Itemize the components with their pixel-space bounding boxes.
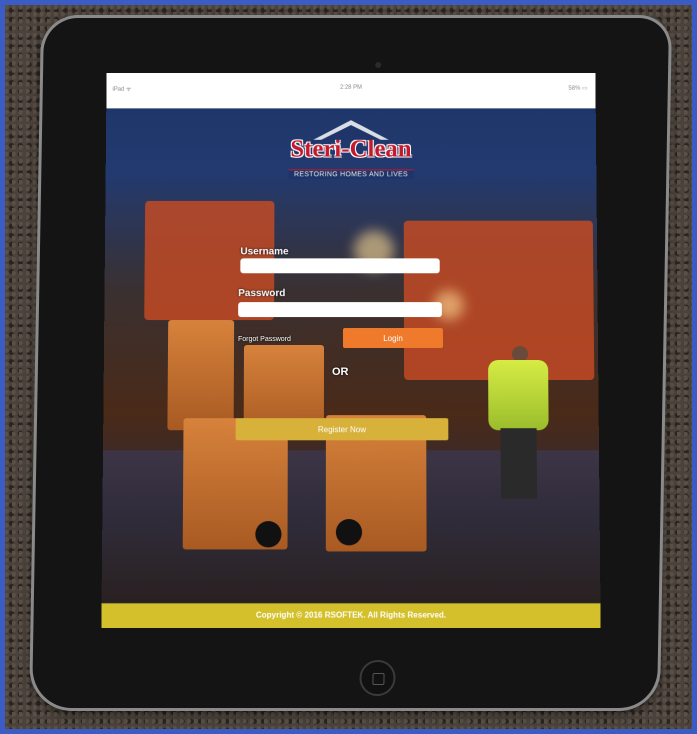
register-now-button[interactable]: Register Now [235,418,449,441]
roof-icon [313,120,389,140]
username-label: Username [240,246,289,258]
clock-label: 2:28 PM [339,84,363,91]
username-field[interactable] [240,258,440,274]
camera-icon [375,62,382,68]
or-divider: OR [331,366,349,379]
footer-copyright: Copyright © 2016 RSOFTEK. All Rights Res… [101,603,601,628]
bin-image [167,320,235,431]
password-label: Password [238,288,286,300]
home-square-icon [372,673,385,685]
truck-right-image [403,220,595,381]
forgot-password-link[interactable]: Forgot Password [238,336,291,343]
bin-wheel [335,519,363,546]
brand-name: Steri-Clean [290,135,412,163]
bin-wheel [255,521,282,548]
status-bar: iPad ᯤ 2:28 PM 58% ▭ [106,73,596,109]
steri-clean-logo: Steri-Clean RESTORING HOMES AND LIVES [106,120,597,181]
home-button[interactable] [359,660,396,696]
battery-label: 58% ▭ [568,85,588,92]
worker-legs [500,428,538,499]
brand-tagline: RESTORING HOMES AND LIVES [288,169,414,180]
worker-vest [488,359,549,431]
app-screen: iPad ᯤ 2:28 PM 58% ▭ Steri-Clean RESTORI… [101,73,601,628]
login-button[interactable]: Login [342,328,444,348]
password-field[interactable] [238,302,442,318]
